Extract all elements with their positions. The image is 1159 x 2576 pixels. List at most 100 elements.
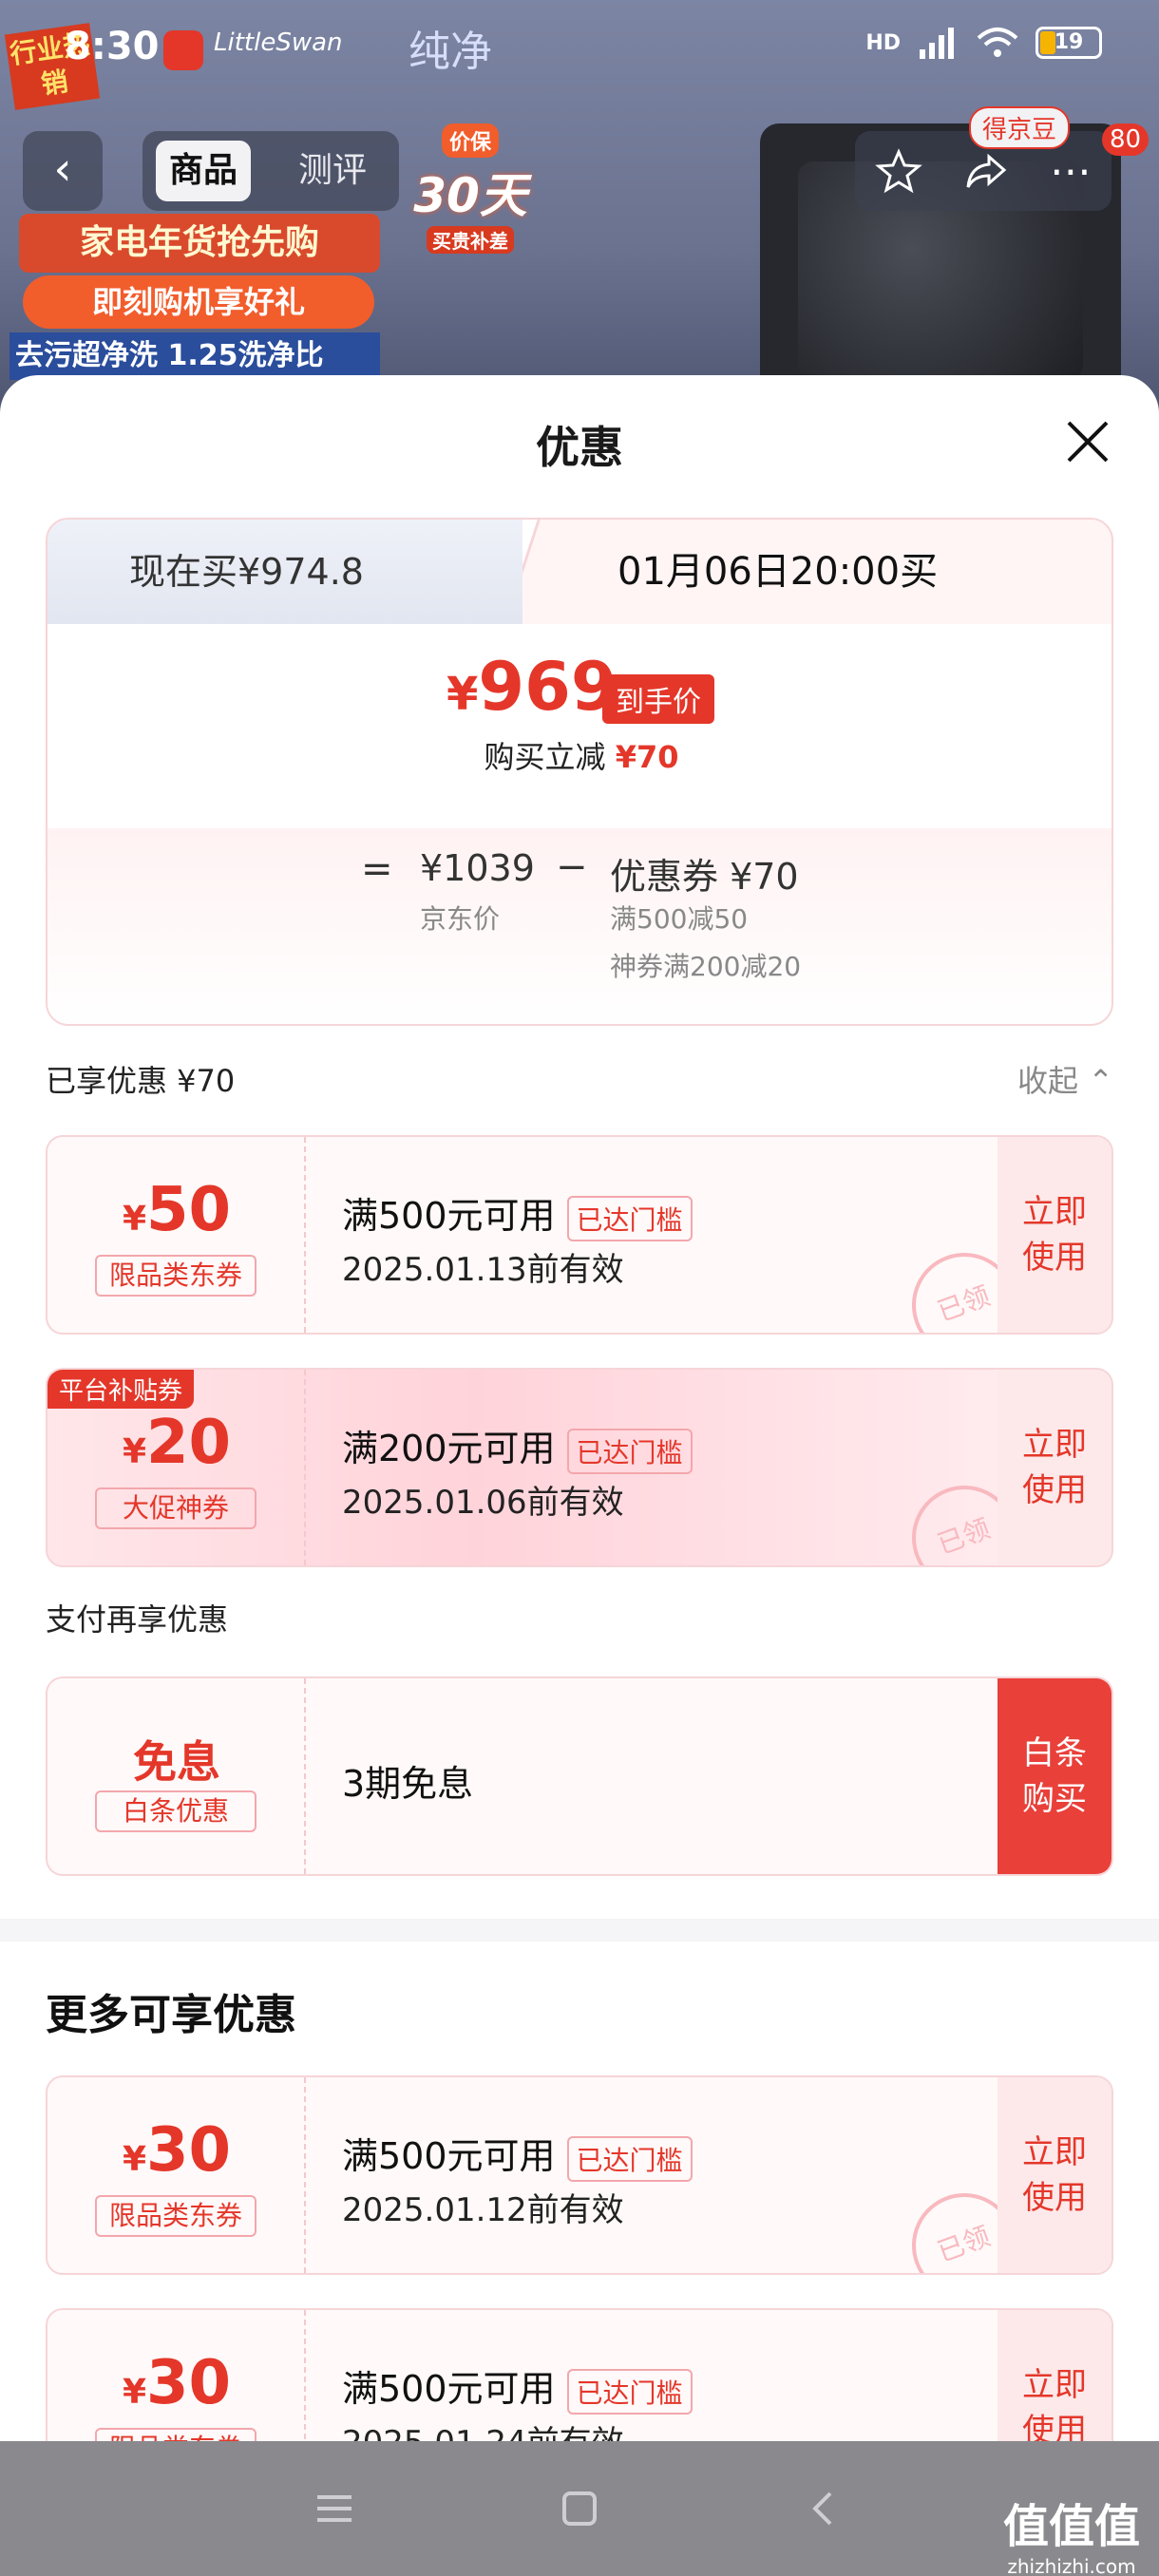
threshold-badge: 已达门槛 xyxy=(566,1195,693,1241)
coupon-currency: ¥ xyxy=(122,1432,146,1471)
section-divider xyxy=(0,1919,1159,1941)
sheet-title: 优惠 xyxy=(536,422,623,473)
coupon-type: 大促神券 xyxy=(95,1487,256,1529)
back-nav-icon[interactable] xyxy=(802,2486,847,2531)
coupon-total: 优惠券 ¥70 xyxy=(610,856,799,898)
more-discounts-title: 更多可享优惠 xyxy=(46,1991,296,2039)
payment-text: 3期免息 xyxy=(342,1763,474,1805)
back-button[interactable]: ‹ xyxy=(23,131,103,211)
threshold-badge: 已达门槛 xyxy=(566,2135,693,2182)
chevron-up-icon: ⌃ xyxy=(1088,1063,1113,1099)
price-calculation: = ¥1039 京东价 − 优惠券 ¥70 满500减50 神券满200减20 xyxy=(48,828,1112,1024)
coupon-left: ¥50 限品类东券 xyxy=(48,1137,306,1333)
coupon-expiry: 2025.01.13前有效 xyxy=(342,1251,624,1289)
coupon-condition: 满500元可用 已达门槛 xyxy=(342,2359,693,2415)
enjoyed-label: 已享优惠 ¥70 xyxy=(46,1063,236,1099)
minus-sign: − xyxy=(556,845,588,889)
coupon-amount-value: 20 xyxy=(146,1408,232,1478)
final-price: ¥969 xyxy=(446,648,618,726)
coupon-expiry: 2025.01.12前有效 xyxy=(342,2191,624,2229)
reduce-label: 购买立减 xyxy=(484,739,606,775)
threshold-badge: 已达门槛 xyxy=(566,2368,693,2415)
jd-bean-badge[interactable]: 得京豆 xyxy=(969,106,1071,149)
coupon-type: 限品类东券 xyxy=(95,2195,256,2237)
final-price-tag: 到手价 xyxy=(602,674,714,724)
coupon-condition-text: 满500元可用 xyxy=(342,2135,556,2177)
payment-section-label: 支付再享优惠 xyxy=(46,1601,229,1638)
product-tabs: 商品 测评 xyxy=(142,131,399,211)
payment-title: 免息 xyxy=(133,1736,220,1788)
tab-product[interactable]: 商品 xyxy=(156,141,252,201)
reduce-line: 购买立减 ¥70 xyxy=(48,733,1112,777)
payment-card: 免息 白条优惠 3期免息 白条购买 xyxy=(46,1676,1113,1876)
coupon-left: ¥30 限品类东券 xyxy=(48,2077,306,2273)
reduce-value: ¥70 xyxy=(615,739,679,775)
watermark: 值值值 zhizhizhi.com xyxy=(1003,2489,1140,2576)
coupon-condition: 满500元可用 已达门槛 xyxy=(342,1186,693,1241)
signal-icon xyxy=(920,28,954,59)
home-icon[interactable] xyxy=(557,2486,602,2531)
coupon-card: ¥30 限品类东券 满500元可用 已达门槛 2025.01.12前有效 已领 立… xyxy=(46,2075,1113,2275)
coupon-condition-text: 满200元可用 xyxy=(342,1428,556,1469)
final-price-block: ¥969 到手价 购买立减 ¥70 xyxy=(48,629,1112,800)
final-price-value: 969 xyxy=(478,648,618,726)
coupon-detail-1: 满500减50 xyxy=(610,903,749,935)
enjoyed-row: 已享优惠 ¥70 收起 ⌃ xyxy=(46,1057,1113,1105)
price-protect-badge: 价保 30天 买贵补差 xyxy=(408,123,532,254)
status-time: 8:30 xyxy=(65,25,160,68)
coupon-condition: 满200元可用 已达门槛 xyxy=(342,1419,693,1474)
equals-sign: = xyxy=(361,847,393,891)
price-protect-sub: 买贵补差 xyxy=(427,226,514,254)
status-bar: 8:30 HD 19 xyxy=(0,0,1159,95)
jd-price-label: 京东价 xyxy=(420,903,501,935)
payment-left: 免息 白条优惠 xyxy=(48,1678,306,1874)
message-count-badge: 80 xyxy=(1102,123,1150,156)
coupon-amount: ¥30 xyxy=(48,2115,306,2186)
watermark-sub: zhizhizhi.com xyxy=(1007,2555,1136,2576)
coupon-card: ¥20 大促神券 平台补贴券 满200元可用 已达门槛 2025.01.06前有效… xyxy=(46,1368,1113,1567)
close-icon[interactable] xyxy=(1059,413,1116,470)
baitiao-buy-button[interactable]: 白条购买 xyxy=(998,1678,1112,1874)
now-price-tab[interactable]: 现在买¥974.8 xyxy=(48,520,522,624)
watermark-main: 值值值 xyxy=(1002,2500,1140,2553)
price-protect-label: 价保 xyxy=(441,123,499,158)
jd-price: ¥1039 xyxy=(420,847,535,889)
battery-icon: 19 xyxy=(1036,27,1102,59)
app-notification-icon xyxy=(163,30,203,70)
coupon-type: 限品类东券 xyxy=(95,1255,256,1297)
price-protect-days: 30天 xyxy=(413,168,527,223)
coupon-currency: ¥ xyxy=(122,2373,146,2412)
menu-icon[interactable] xyxy=(312,2486,357,2531)
coupon-amount-value: 30 xyxy=(146,2348,232,2418)
hd-icon: HD xyxy=(865,30,901,55)
coupon-condition-text: 满500元可用 xyxy=(342,2368,556,2410)
collapse-button[interactable]: 收起 ⌃ xyxy=(1017,1057,1113,1101)
use-now-button[interactable]: 立即使用 xyxy=(998,1370,1112,1565)
coupon-card: ¥50 限品类东券 满500元可用 已达门槛 2025.01.13前有效 已领 立… xyxy=(46,1135,1113,1335)
price-card: 现在买¥974.8 01月06日20:00买 ¥969 到手价 购买立减 ¥70… xyxy=(46,518,1113,1026)
coupon-amount-value: 30 xyxy=(146,2115,232,2186)
future-price-tab[interactable]: 01月06日20:00买 xyxy=(618,520,1074,624)
coupon-amount: ¥30 xyxy=(48,2348,306,2418)
coupon-currency: ¥ xyxy=(122,1200,146,1239)
promo-banner-2: 即刻购机享好礼 xyxy=(23,275,374,329)
product-nav: ‹ 商品 测评 价保 30天 买贵补差 ⋯ 得京豆 80 xyxy=(0,106,1159,254)
discount-sheet: 优惠 现在买¥974.8 01月06日20:00买 ¥969 到手价 购买立减 … xyxy=(0,375,1159,2576)
coupon-detail-2: 神券满200减20 xyxy=(610,951,802,982)
tab-review[interactable]: 测评 xyxy=(285,141,380,201)
status-icons: HD 19 xyxy=(865,27,1102,59)
system-nav-bar xyxy=(0,2441,1159,2576)
platform-subsidy-badge: 平台补贴券 xyxy=(48,1370,195,1409)
collapse-label: 收起 xyxy=(1017,1063,1079,1099)
more-icon[interactable]: ⋯ xyxy=(1050,147,1092,196)
use-now-button[interactable]: 立即使用 xyxy=(998,1137,1112,1333)
coupon-amount-value: 50 xyxy=(146,1175,232,1245)
wifi-icon xyxy=(977,28,1018,57)
share-icon[interactable] xyxy=(962,147,1010,195)
coupon-amount: ¥20 xyxy=(48,1408,306,1478)
use-now-button[interactable]: 立即使用 xyxy=(998,2077,1112,2273)
threshold-badge: 已达门槛 xyxy=(566,1428,693,1474)
favorite-icon[interactable] xyxy=(875,147,922,195)
promo-banner-1: 家电年货抢先购 xyxy=(19,214,380,273)
coupon-currency: ¥ xyxy=(122,2140,146,2179)
